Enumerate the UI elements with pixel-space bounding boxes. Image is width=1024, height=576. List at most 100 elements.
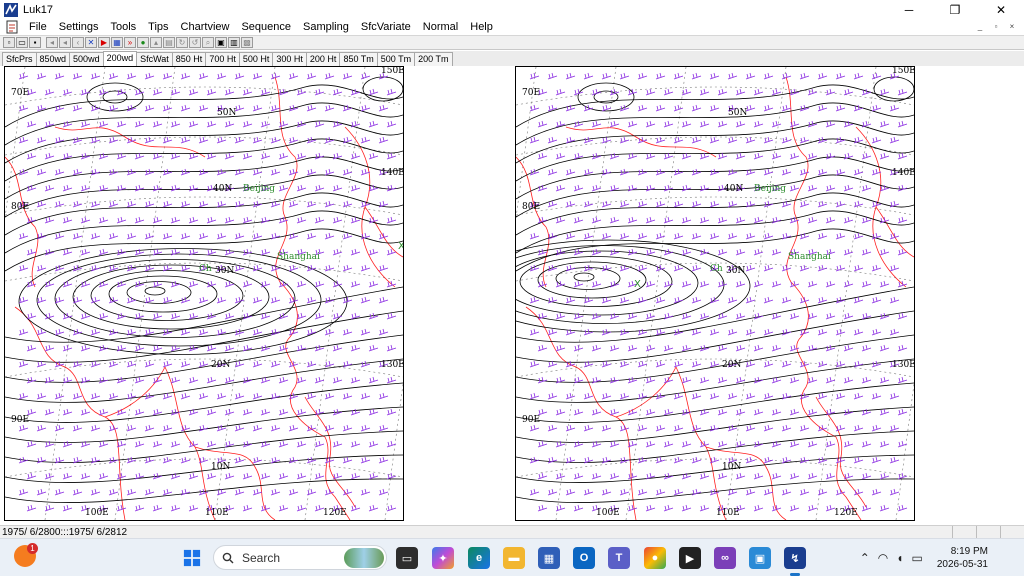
- frame-grid-icon[interactable]: ▦: [111, 37, 123, 48]
- longitude-label: 90E: [522, 415, 540, 425]
- longitude-label: 90E: [11, 415, 29, 425]
- tab-850wd[interactable]: 850wd: [35, 52, 71, 66]
- microsoft-store-icon[interactable]: ▦: [538, 547, 560, 569]
- new-file-icon[interactable]: ▫: [3, 37, 15, 48]
- edge-browser-icon[interactable]: e: [468, 547, 490, 569]
- title-bar: Luk17 ─ ❐ ✕: [0, 0, 1024, 19]
- chrome-icon[interactable]: ●: [644, 547, 666, 569]
- document-icon[interactable]: [5, 20, 19, 34]
- chevron-up-icon[interactable]: ⌃: [860, 551, 870, 565]
- tab-300-ht[interactable]: 300 Ht: [272, 52, 307, 66]
- copilot-icon[interactable]: ✦: [432, 547, 454, 569]
- tab-500wd[interactable]: 500wd: [69, 52, 104, 66]
- close-button[interactable]: ✕: [978, 0, 1024, 19]
- date-range-status: 1975/ 6/2800:::1975/ 6/2812: [2, 526, 128, 538]
- tab-500-ht[interactable]: 500 Ht: [238, 52, 274, 66]
- tab-200-ht[interactable]: 200 Ht: [305, 52, 341, 66]
- taskbar: 1 Search ▭ ✦ e ▬ ▦ O T ● ▶ ∞ ▣ ↯ ⌃ ◠ ◖ ▭…: [0, 538, 1024, 576]
- latitude-label: 50N: [217, 108, 236, 118]
- menu-sampling[interactable]: Sampling: [297, 19, 355, 35]
- longitude-label: 150E: [381, 67, 403, 76]
- volume-icon[interactable]: ◖: [896, 551, 903, 565]
- weather-chart-canvas[interactable]: 50N 40N 30N 20N 10N 70E 80E 90E 100E 110E 120E 130E…: [5, 67, 403, 520]
- tab-850-tm[interactable]: 850 Tm: [339, 52, 378, 66]
- longitude-label: 110E: [716, 508, 740, 518]
- minimize-button[interactable]: ─: [886, 0, 932, 19]
- longitude-label: 120E: [323, 508, 347, 518]
- stop-icon[interactable]: ✕: [85, 37, 97, 48]
- step-back-icon[interactable]: ‹: [72, 37, 84, 48]
- latitude-label: 40N: [724, 184, 743, 194]
- previous-frame-icon[interactable]: ◂: [59, 37, 71, 48]
- window-layout-icon[interactable]: ▣: [215, 37, 227, 48]
- redraw-icon[interactable]: ↻: [176, 37, 188, 48]
- media-player-icon[interactable]: ▶: [679, 547, 701, 569]
- battery-icon[interactable]: ▭: [912, 551, 923, 565]
- child-restore-button[interactable]: ▫: [990, 19, 1002, 33]
- menu-normal[interactable]: Normal: [417, 19, 464, 35]
- clock-date: 2026-05-31: [936, 559, 988, 570]
- left-weather-map[interactable]: 50N 40N 30N 20N 10N 70E 80E 90E 100E 110E 120E 130E…: [4, 66, 404, 521]
- right-weather-map[interactable]: 50N 40N 30N 20N 10N 70E 80E 90E 100E 110E 120E 130E…: [515, 66, 915, 521]
- start-icon[interactable]: [181, 547, 203, 569]
- tab-850-ht[interactable]: 850 Ht: [171, 52, 207, 66]
- fast-forward-icon[interactable]: »: [124, 37, 136, 48]
- print-icon[interactable]: ▥: [228, 37, 240, 48]
- menu-settings[interactable]: Settings: [53, 19, 105, 35]
- longitude-label: 80E: [11, 202, 29, 212]
- tab-200-tm[interactable]: 200 Tm: [414, 52, 453, 66]
- search-input[interactable]: Search: [213, 545, 387, 570]
- longitude-label: 80E: [522, 202, 540, 212]
- system-tray: ⌃ ◠ ◖ ▭ 8:19 PM 2026-05-31: [860, 539, 1024, 576]
- longitude-label: 100E: [596, 508, 620, 518]
- options-icon[interactable]: ▩: [241, 37, 253, 48]
- city-label: Beijing: [754, 184, 786, 194]
- menu-chartview[interactable]: Chartview: [175, 19, 236, 35]
- file-explorer-icon[interactable]: ▬: [503, 547, 525, 569]
- weather-chart-canvas[interactable]: 50N 40N 30N 20N 10N 70E 80E 90E 100E 110E 120E 130E…: [516, 67, 914, 520]
- menu-bar: File Settings Tools Tips Chartview Seque…: [0, 19, 1024, 35]
- tab-500-tm[interactable]: 500 Tm: [376, 52, 416, 66]
- latitude-label: 40N: [213, 184, 232, 194]
- zoom-icon[interactable]: ⌕: [202, 37, 214, 48]
- menu-sequence[interactable]: Sequence: [235, 19, 297, 35]
- app-window: Luk17 ─ ❐ ✕ File Settings Tools Tips Cha…: [0, 0, 1024, 576]
- clock[interactable]: 8:19 PM 2026-05-31: [937, 545, 988, 571]
- play-icon[interactable]: ▶: [98, 37, 110, 48]
- longitude-label: 130E: [381, 360, 403, 370]
- outlook-icon[interactable]: O: [573, 547, 595, 569]
- open-file-icon[interactable]: ▭: [16, 37, 28, 48]
- globe-icon[interactable]: ●: [137, 37, 149, 48]
- child-minimize-button[interactable]: _: [974, 19, 986, 33]
- tab-200wd[interactable]: 200wd: [102, 51, 138, 66]
- status-cell: [952, 526, 976, 538]
- city-label: Shanghai: [277, 252, 320, 262]
- remote-desktop-icon[interactable]: ▣: [749, 547, 771, 569]
- teams-icon[interactable]: T: [608, 547, 630, 569]
- menu-help[interactable]: Help: [464, 19, 499, 35]
- latitude-label: 50N: [728, 108, 747, 118]
- longitude-label: 140E: [892, 168, 914, 178]
- luk17-app-icon[interactable]: ↯: [784, 547, 806, 569]
- rotate-icon[interactable]: ↺: [189, 37, 201, 48]
- save-icon[interactable]: ▪: [29, 37, 41, 48]
- tab-700-ht[interactable]: 700 Ht: [205, 52, 240, 66]
- upload-icon[interactable]: ▴: [150, 37, 162, 48]
- menu-sfcvariate[interactable]: SfcVariate: [355, 19, 417, 35]
- menu-tools[interactable]: Tools: [104, 19, 142, 35]
- first-frame-icon[interactable]: ◂: [46, 37, 58, 48]
- child-close-button[interactable]: ×: [1006, 19, 1018, 33]
- latitude-label: 30N: [726, 266, 745, 276]
- tab-sfcprs[interactable]: SfcPrs: [2, 52, 37, 66]
- tab-sfcwat[interactable]: SfcWat: [136, 52, 173, 66]
- longitude-label: 120E: [834, 508, 858, 518]
- menu-tips[interactable]: Tips: [142, 19, 174, 35]
- wifi-icon[interactable]: ◠: [878, 551, 888, 565]
- visual-studio-icon[interactable]: ∞: [714, 547, 736, 569]
- grid-icon[interactable]: ▤: [163, 37, 175, 48]
- longitude-label: 70E: [11, 88, 29, 98]
- restore-button[interactable]: ❐: [932, 0, 978, 19]
- task-view-icon[interactable]: ▭: [396, 547, 418, 569]
- menu-file[interactable]: File: [23, 19, 53, 35]
- search-highlight-image: [344, 548, 384, 568]
